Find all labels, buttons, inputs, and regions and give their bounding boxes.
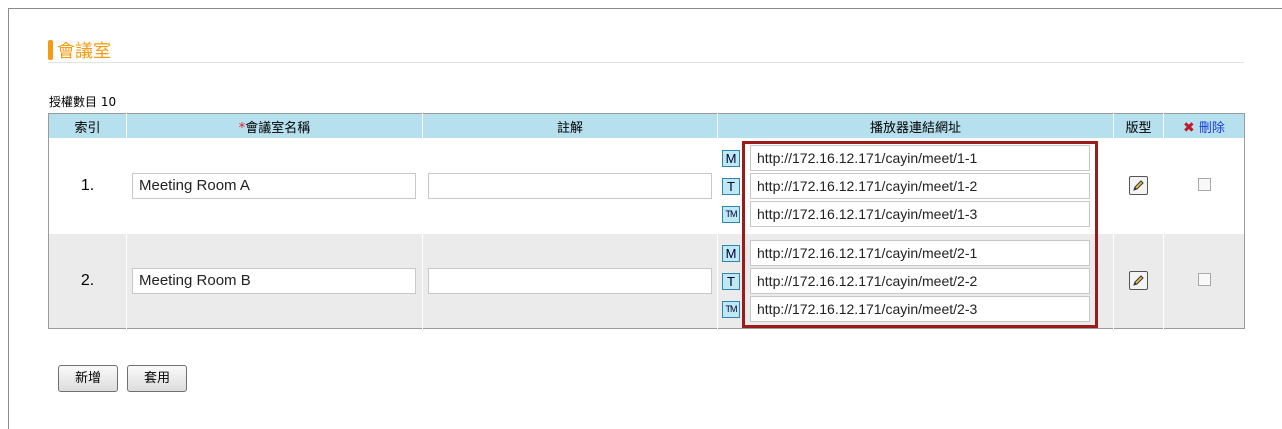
section-marker [48, 40, 53, 60]
delete-cell [1163, 138, 1245, 234]
section-header: 會議室 [48, 37, 111, 63]
note-cell [422, 138, 718, 234]
section-title: 會議室 [57, 41, 111, 62]
meeting-room-table: 索引 *會議室名稱 註解 播放器連結網址 版型 ✖ 刪除 1. Meeting … [48, 113, 1245, 329]
note-input[interactable] [428, 173, 712, 199]
room-name-cell: Meeting Room B [126, 234, 423, 329]
player-url-field[interactable]: http://172.16.12.171/cayin/meet/1-1 [750, 145, 1090, 171]
header-player-url: 播放器連結網址 [717, 113, 1114, 138]
player-url-field[interactable]: http://172.16.12.171/cayin/meet/1-2 [750, 173, 1090, 199]
mode-badge: M [722, 149, 740, 167]
layout-cell [1113, 234, 1164, 329]
row-index: 2. [48, 234, 127, 329]
header-room-name-label: 會議室名稱 [245, 120, 311, 136]
x-icon: ✖ [1183, 119, 1195, 136]
mode-badge: TM [722, 300, 740, 318]
url-row: TM http://172.16.12.171/cayin/meet/1-3 [718, 200, 1113, 228]
note-input[interactable] [428, 268, 712, 294]
license-count: 授權數目 10 [49, 95, 117, 109]
header-room-name: *會議室名稱 [126, 113, 423, 138]
section-divider [48, 62, 1244, 63]
player-url-cell: Mhttp://172.16.12.171/cayin/meet/2-1 Tht… [717, 234, 1114, 329]
room-name-input[interactable]: Meeting Room A [132, 173, 416, 199]
delete-checkbox[interactable] [1197, 272, 1211, 286]
mode-badge: T [722, 177, 740, 195]
layout-cell [1113, 138, 1164, 234]
room-name-cell: Meeting Room A [126, 138, 423, 234]
url-row: Mhttp://172.16.12.171/cayin/meet/1-1 [718, 144, 1113, 172]
table-row: 1. Meeting Room A Mhttp://172.16.12.171/… [48, 138, 1245, 234]
note-cell [422, 234, 718, 329]
header-delete[interactable]: ✖ 刪除 [1163, 113, 1245, 138]
pencil-icon [1133, 275, 1144, 286]
pencil-icon [1133, 180, 1144, 191]
table-header-row: 索引 *會議室名稱 註解 播放器連結網址 版型 ✖ 刪除 [48, 113, 1245, 138]
mode-badge: M [722, 244, 740, 262]
table-row: 2. Meeting Room B Mhttp://172.16.12.171/… [48, 234, 1245, 329]
header-note: 註解 [422, 113, 718, 138]
url-row: Thttp://172.16.12.171/cayin/meet/1-2 [718, 172, 1113, 200]
header-layout: 版型 [1113, 113, 1164, 138]
delete-checkbox[interactable] [1197, 177, 1211, 191]
edit-layout-button[interactable] [1129, 176, 1148, 195]
mode-badge: TM [722, 205, 740, 223]
url-row: Mhttp://172.16.12.171/cayin/meet/2-1 [718, 239, 1113, 267]
mode-badge: T [722, 272, 740, 290]
edit-layout-button[interactable] [1129, 271, 1148, 290]
player-url-field[interactable]: http://172.16.12.171/cayin/meet/1-3 [750, 201, 1090, 227]
apply-button[interactable]: 套用 [127, 365, 187, 392]
player-url-field[interactable]: http://172.16.12.171/cayin/meet/2-3 [750, 296, 1090, 322]
url-row: Thttp://172.16.12.171/cayin/meet/2-2 [718, 267, 1113, 295]
room-name-input[interactable]: Meeting Room B [132, 268, 416, 294]
row-index: 1. [48, 138, 127, 234]
delete-label[interactable]: 刪除 [1199, 121, 1225, 136]
player-url-field[interactable]: http://172.16.12.171/cayin/meet/2-2 [750, 268, 1090, 294]
player-url-cell: Mhttp://172.16.12.171/cayin/meet/1-1 Tht… [717, 138, 1114, 234]
player-url-field[interactable]: http://172.16.12.171/cayin/meet/2-1 [750, 240, 1090, 266]
header-index: 索引 [48, 113, 127, 138]
url-row: TM http://172.16.12.171/cayin/meet/2-3 [718, 295, 1113, 323]
delete-cell [1163, 234, 1245, 329]
add-button[interactable]: 新增 [58, 365, 118, 392]
